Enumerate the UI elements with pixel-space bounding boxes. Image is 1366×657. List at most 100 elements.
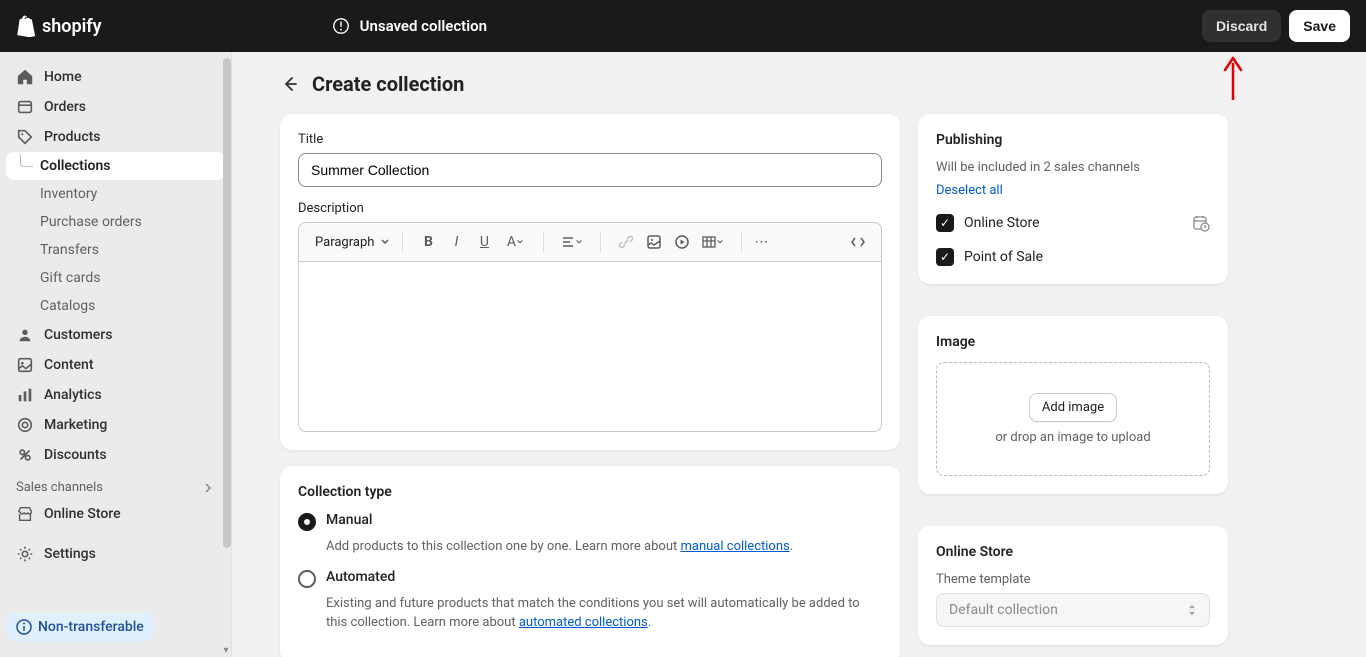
table-icon xyxy=(702,235,716,249)
underline-button[interactable]: U xyxy=(471,229,497,255)
page-title: Create collection xyxy=(312,72,464,96)
nav-analytics[interactable]: Analytics xyxy=(6,380,225,410)
page-header: Create collection xyxy=(280,72,1318,96)
back-arrow-icon[interactable] xyxy=(280,74,300,94)
publishing-heading: Publishing xyxy=(936,132,1210,148)
save-button[interactable]: Save xyxy=(1289,10,1350,42)
online-store-heading: Online Store xyxy=(936,544,1210,560)
link-icon xyxy=(618,234,634,250)
user-icon xyxy=(16,326,34,344)
text-color-button[interactable]: A xyxy=(499,229,531,255)
annotation-arrow xyxy=(1222,56,1244,104)
info-icon xyxy=(16,619,32,635)
paragraph-select[interactable]: Paragraph xyxy=(309,231,396,254)
channel-online-store: ✓ Online Store xyxy=(936,214,1210,232)
image-button[interactable] xyxy=(641,229,667,255)
nav-collections[interactable]: Collections xyxy=(6,152,225,180)
target-icon xyxy=(16,416,34,434)
image-heading: Image xyxy=(936,334,1210,350)
theme-template-select[interactable]: Default collection xyxy=(936,593,1210,627)
code-icon xyxy=(850,234,866,250)
publishing-card: Publishing Will be included in 2 sales c… xyxy=(918,114,1228,284)
nav-purchase-orders[interactable]: Purchase orders xyxy=(6,208,225,236)
nav-orders[interactable]: Orders xyxy=(6,92,225,122)
description-label: Description xyxy=(298,201,882,216)
non-transferable-badge: Non-transferable xyxy=(6,613,154,641)
channel-pos: ✓ Point of Sale xyxy=(936,248,1210,266)
checkbox-online-store[interactable]: ✓ xyxy=(936,214,954,232)
automated-description: Existing and future products that match … xyxy=(326,594,882,633)
radio-automated[interactable]: Automated xyxy=(298,569,882,588)
discount-icon xyxy=(16,446,34,464)
chevron-right-icon[interactable] xyxy=(201,481,215,495)
sidebar: Home Orders Products Collections Invento… xyxy=(0,52,232,657)
nav-customers[interactable]: Customers xyxy=(6,320,225,350)
align-button[interactable] xyxy=(556,229,588,255)
deselect-all-link[interactable]: Deselect all xyxy=(936,183,1003,198)
nav-section-sales: Sales channels xyxy=(6,470,225,499)
topbar-status: Unsaved collection xyxy=(332,17,487,35)
select-arrows-icon xyxy=(1187,603,1197,617)
nav-content[interactable]: Content xyxy=(6,350,225,380)
publishing-subtitle: Will be included in 2 sales channels xyxy=(936,160,1210,175)
nav-catalogs[interactable]: Catalogs xyxy=(6,292,225,320)
status-text: Unsaved collection xyxy=(360,17,487,35)
table-button[interactable] xyxy=(697,229,729,255)
description-editor[interactable] xyxy=(298,262,882,432)
nav-products[interactable]: Products xyxy=(6,122,225,152)
nav-discounts[interactable]: Discounts xyxy=(6,440,225,470)
orders-icon xyxy=(16,98,34,116)
nav-marketing[interactable]: Marketing xyxy=(6,410,225,440)
title-card: Title Description Paragraph B I U A xyxy=(280,114,900,450)
manual-description: Add products to this collection one by o… xyxy=(326,537,882,557)
align-icon xyxy=(561,235,575,249)
radio-manual-input[interactable] xyxy=(298,513,316,531)
editor-toolbar: Paragraph B I U A xyxy=(298,222,882,262)
nav-inventory[interactable]: Inventory xyxy=(6,180,225,208)
analytics-icon xyxy=(16,386,34,404)
schedule-icon[interactable] xyxy=(1192,214,1210,232)
image-icon xyxy=(646,234,662,250)
automated-collections-link[interactable]: automated collections xyxy=(519,615,648,630)
video-icon xyxy=(674,234,690,250)
shopify-logo: shopify xyxy=(16,15,102,37)
image-dropzone[interactable]: Add image or drop an image to upload xyxy=(936,362,1210,476)
topbar-actions: Discard Save xyxy=(1202,10,1350,42)
shopify-bag-icon xyxy=(16,15,36,37)
radio-manual[interactable]: Manual xyxy=(298,512,882,531)
title-input[interactable] xyxy=(298,153,882,187)
top-bar: shopify Unsaved collection Discard Save xyxy=(0,0,1366,52)
image-card: Image Add image or drop an image to uplo… xyxy=(918,316,1228,494)
italic-button[interactable]: I xyxy=(443,229,469,255)
collection-type-heading: Collection type xyxy=(298,484,882,500)
video-button[interactable] xyxy=(669,229,695,255)
collection-type-card: Collection type Manual Add products to t… xyxy=(280,466,900,657)
chevron-down-icon xyxy=(380,237,390,247)
nav-home[interactable]: Home xyxy=(6,62,225,92)
theme-template-label: Theme template xyxy=(936,572,1210,587)
gear-icon xyxy=(16,545,34,563)
main-content: Create collection Title Description Para… xyxy=(232,52,1366,657)
code-view-button[interactable] xyxy=(845,229,871,255)
bold-button[interactable]: B xyxy=(415,229,441,255)
nav-transfers[interactable]: Transfers xyxy=(6,236,225,264)
radio-automated-input[interactable] xyxy=(298,570,316,588)
image-hint: or drop an image to upload xyxy=(947,430,1199,445)
chevron-down-icon xyxy=(516,238,524,246)
checkbox-pos[interactable]: ✓ xyxy=(936,248,954,266)
nav-online-store[interactable]: Online Store xyxy=(6,499,225,529)
home-icon xyxy=(16,68,34,86)
discard-button[interactable]: Discard xyxy=(1202,10,1281,42)
nav-settings[interactable]: Settings xyxy=(6,539,225,569)
theme-card: Online Store Theme template Default coll… xyxy=(918,526,1228,645)
sidebar-scrollbar[interactable]: ▾ xyxy=(221,52,231,657)
link-button[interactable] xyxy=(613,229,639,255)
brand-text: shopify xyxy=(42,16,102,37)
more-button[interactable]: ⋯ xyxy=(748,229,774,255)
add-image-button[interactable]: Add image xyxy=(1029,393,1117,422)
manual-collections-link[interactable]: manual collections xyxy=(680,539,789,554)
chevron-down-icon xyxy=(575,238,583,246)
nav-gift-cards[interactable]: Gift cards xyxy=(6,264,225,292)
tag-icon xyxy=(16,128,34,146)
title-label: Title xyxy=(298,132,882,147)
